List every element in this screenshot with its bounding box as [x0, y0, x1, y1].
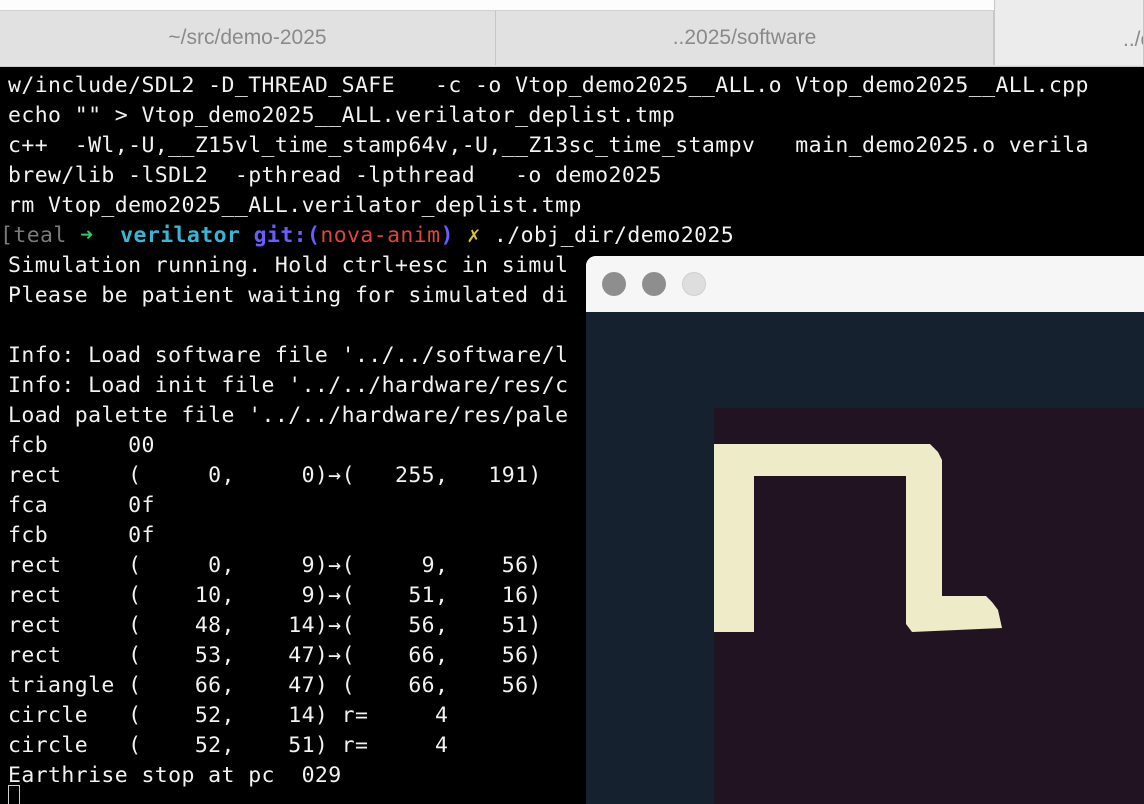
terminal-line: circle ( 52, 14) r= 4	[8, 703, 449, 728]
tab-third[interactable]: ../c	[994, 0, 1144, 65]
terminal-line: circle ( 52, 51) r= 4	[8, 733, 449, 758]
close-button[interactable]	[602, 272, 626, 296]
terminal-line: Simulation running. Hold ctrl+esc in sim…	[8, 253, 569, 278]
terminal-line: rect ( 48, 14)→( 56, 51)	[8, 613, 542, 638]
terminal-line: brew/lib -lSDL2 -pthread -lpthread -o de…	[8, 163, 662, 188]
terminal-line: c++ -Wl,-U,__Z15vl_time_stamp64v,-U,__Z1…	[8, 133, 1089, 158]
terminal-line: rect ( 0, 0)→( 255, 191)	[8, 463, 542, 488]
terminal-line: Earthrise stop at pc 029	[8, 763, 342, 788]
tab-src-demo[interactable]: ~/src/demo-2025	[0, 11, 496, 65]
prompt-branch: nova-anim	[320, 223, 441, 248]
terminal-line: fca 0f	[8, 493, 155, 518]
prompt-arrow-icon: ➜	[80, 223, 94, 248]
terminal-line: Info: Load software file '../../software…	[8, 343, 569, 368]
terminal-line: Info: Load init file '../../hardware/res…	[8, 373, 569, 398]
shell-prompt: [teal ➜ verilator git:(nova-anim) ✗ ./ob…	[0, 221, 734, 251]
terminal-line: rect ( 53, 47)→( 66, 56)	[8, 643, 542, 668]
terminal-cursor	[8, 785, 20, 804]
emulator-window[interactable]	[586, 256, 1144, 804]
prompt-dirty-icon: ✗	[467, 223, 481, 248]
terminal-line: echo "" > Vtop_demo2025__ALL.verilator_d…	[8, 103, 676, 128]
terminal-line: rect ( 10, 9)→( 51, 16)	[8, 583, 542, 608]
terminal-line: w/include/SDL2 -D_THREAD_SAFE -c -o Vtop…	[8, 73, 1089, 98]
rendered-shape	[714, 444, 1002, 632]
emulator-canvas[interactable]	[586, 312, 1144, 804]
tab-software[interactable]: ..2025/software	[496, 11, 994, 65]
tab-bar: ~/src/demo-2025 ..2025/software ../c	[0, 0, 1144, 67]
prompt-directory: verilator	[120, 223, 241, 248]
prompt-git-close: )	[440, 223, 454, 248]
prompt-git-label: git:(	[253, 223, 321, 248]
terminal-line: triangle ( 66, 47) ( 66, 56)	[8, 673, 542, 698]
tab-bar-top-strip	[0, 0, 994, 11]
prompt-host: [teal	[0, 223, 67, 248]
terminal-line: fcb 0f	[8, 523, 155, 548]
zoom-button[interactable]	[682, 272, 706, 296]
terminal-line: rm Vtop_demo2025__ALL.verilator_deplist.…	[8, 193, 582, 218]
terminal-line: fcb 00	[8, 433, 155, 458]
minimize-button[interactable]	[642, 272, 666, 296]
rendered-path	[714, 444, 1002, 632]
terminal-line: Load palette file '../../hardware/res/pa…	[8, 403, 569, 428]
terminal-line: rect ( 0, 9)→( 9, 56)	[8, 553, 542, 578]
emulator-titlebar[interactable]	[586, 256, 1144, 312]
prompt-command: ./obj_dir/demo2025	[493, 223, 735, 248]
terminal-line: Please be patient waiting for simulated …	[8, 283, 569, 308]
